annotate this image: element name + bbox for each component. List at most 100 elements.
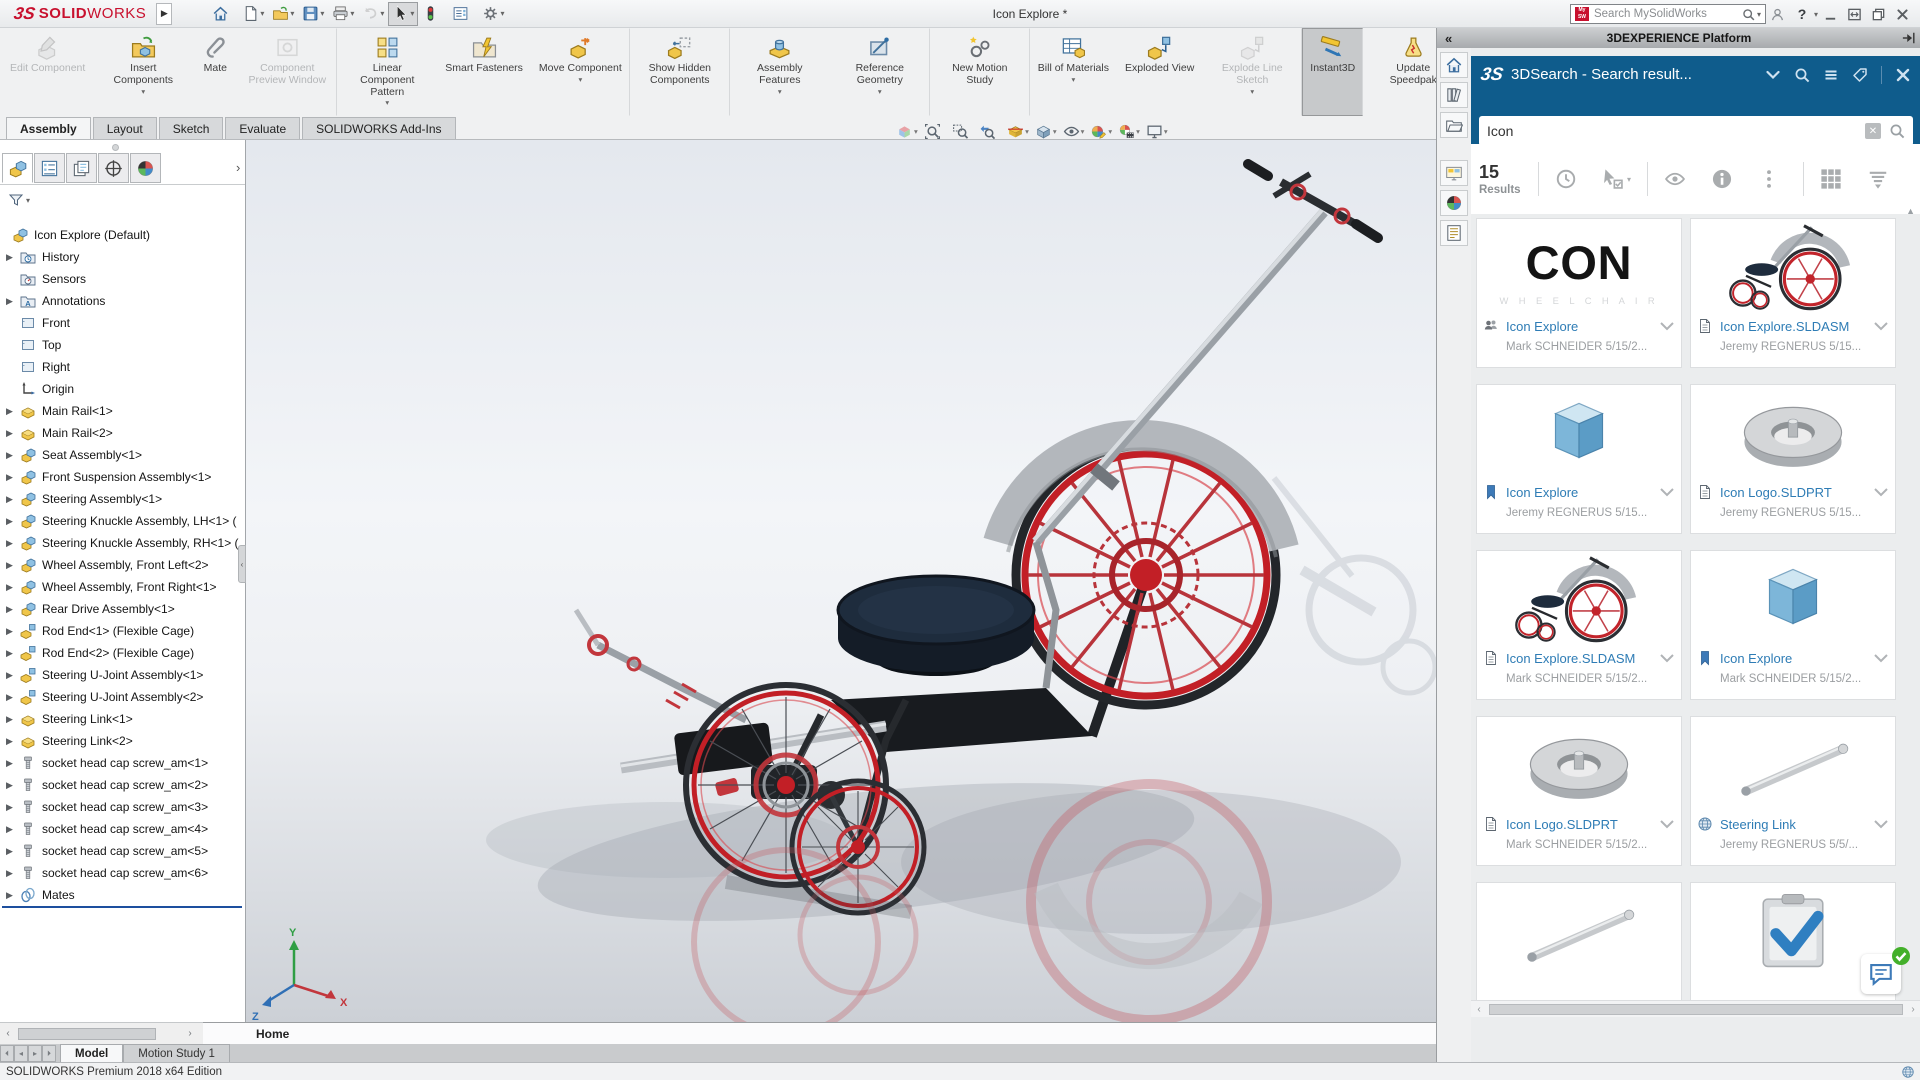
dropdown-caret-icon[interactable]: ▾ (260, 9, 264, 18)
header-tool-icon[interactable] (1765, 66, 1781, 84)
ribbon-button[interactable]: Instant3D▾ (1302, 28, 1363, 116)
expand-arrow-icon[interactable]: ▶ (6, 626, 20, 637)
help-button[interactable]: ? (1790, 3, 1814, 25)
expand-arrow-icon[interactable]: ▶ (6, 846, 20, 857)
tree-item[interactable]: ▶Front Suspension Assembly<1> (0, 466, 245, 488)
heads-up-button[interactable]: ▾ (1143, 120, 1171, 142)
tree-item[interactable]: ▶Origin (0, 378, 245, 400)
feature-panel-tab[interactable] (98, 153, 129, 183)
tree-item[interactable]: ▶socket head cap screw_am<2> (0, 774, 245, 796)
quick-tool-button[interactable]: ▾ (298, 2, 328, 26)
dropdown-caret-icon[interactable]: ▾ (1081, 127, 1085, 136)
expand-arrow-icon[interactable]: ▶ (6, 824, 20, 835)
tree-item[interactable]: ▶History (0, 246, 245, 268)
dropdown-caret-icon[interactable]: ▾ (1627, 175, 1631, 184)
result-title-link[interactable]: Icon Explore.SLDASM (1506, 651, 1659, 666)
motion-study-tab[interactable]: Motion Study 1 (123, 1044, 230, 1062)
mysolidworks-search-input[interactable]: MySW Search MySolidWorks ▾ (1570, 4, 1766, 24)
dropdown-caret-icon[interactable]: ▾ (410, 9, 414, 18)
result-title-link[interactable]: Icon Explore (1720, 651, 1873, 666)
result-title-link[interactable]: Icon Logo.SLDPRT (1506, 817, 1659, 832)
result-thumbnail[interactable] (1695, 387, 1891, 481)
collapse-panel-icon[interactable]: « (1445, 31, 1452, 46)
connection-status-icon[interactable] (1901, 1065, 1915, 1079)
ribbon-button[interactable]: Edit Component▾ (2, 28, 93, 116)
expand-arrow-icon[interactable]: ▶ (6, 252, 20, 263)
dropdown-caret-icon[interactable]: ▾ (141, 88, 145, 96)
tree-item[interactable]: ▶Sensors (0, 268, 245, 290)
task-pane-tab[interactable] (1440, 190, 1468, 216)
ribbon-button[interactable]: New Motion Study▾ (930, 28, 1030, 116)
dropdown-caret-icon[interactable]: ▾ (1072, 76, 1076, 84)
tree-item[interactable]: ▶Right (0, 356, 245, 378)
feature-panel-tab[interactable] (130, 153, 161, 183)
feature-panel-tab[interactable] (34, 153, 65, 183)
tree-item[interactable]: ▶Rod End<1> (Flexible Cage) (0, 620, 245, 642)
tree-item[interactable]: ▶Steering Link<1> (0, 708, 245, 730)
tree-item[interactable]: ▶Seat Assembly<1> (0, 444, 245, 466)
ribbon-button[interactable]: Move Component▾ (531, 28, 630, 116)
heads-up-button[interactable]: ▾ (1004, 120, 1032, 142)
tree-filter[interactable]: ▾ (8, 192, 30, 208)
header-tool-icon[interactable] (1823, 66, 1839, 84)
scrollbar-thumb[interactable] (18, 1028, 156, 1040)
expand-arrow-icon[interactable]: ▶ (6, 604, 20, 615)
result-expand-icon[interactable] (1873, 653, 1889, 663)
heads-up-button[interactable]: ▾ (949, 120, 977, 142)
panel-grip-icon[interactable] (112, 144, 119, 151)
result-expand-icon[interactable] (1659, 819, 1675, 829)
tree-item[interactable]: ▶socket head cap screw_am<1> (0, 752, 245, 774)
task-pane-tab[interactable] (1440, 82, 1468, 108)
quick-tool-button[interactable]: ▾ (478, 2, 508, 26)
expand-arrow-icon[interactable]: ▶ (6, 516, 20, 527)
dropdown-caret-icon[interactable]: ▾ (380, 9, 384, 18)
ribbon-button[interactable]: Reference Geometry▾ (830, 28, 930, 116)
results-tool-icon[interactable]: ▾ (1555, 168, 1584, 190)
result-thumbnail[interactable] (1481, 553, 1677, 647)
quick-tool-button[interactable]: ▾ (448, 2, 478, 26)
scroll-left-icon[interactable]: ‹ (0, 1028, 16, 1039)
expand-arrow-icon[interactable]: ▶ (6, 472, 20, 483)
panel-tabs-overflow-icon[interactable]: › (236, 160, 240, 175)
expand-arrow-icon[interactable]: ▶ (6, 868, 20, 879)
tree-item[interactable]: ▶Main Rail<2> (0, 422, 245, 444)
ribbon-button[interactable]: Assembly Features▾ (730, 28, 830, 116)
result-card[interactable]: Icon Explore Mark SCHNEIDER 5/15/2... (1476, 218, 1682, 368)
tree-item[interactable]: ▶Steering Knuckle Assembly, LH<1> ( (0, 510, 245, 532)
quick-tool-button[interactable]: ▾ (358, 2, 388, 26)
menu-expand-button[interactable]: ▶ (156, 3, 172, 25)
search-icon[interactable] (1889, 123, 1905, 139)
command-tab[interactable]: Assembly (6, 117, 91, 139)
expand-arrow-icon[interactable]: ▶ (6, 296, 20, 307)
result-thumbnail[interactable] (1695, 719, 1891, 813)
quick-tool-button[interactable]: ▾ (208, 2, 238, 26)
dropdown-caret-icon[interactable]: ▾ (1108, 127, 1112, 136)
header-tool-icon[interactable] (1895, 66, 1911, 84)
feature-panel-tab[interactable] (2, 153, 33, 183)
3dsearch-input[interactable]: Icon ✕ (1479, 116, 1913, 146)
dropdown-caret-icon[interactable]: ▾ (385, 99, 389, 107)
expand-arrow-icon[interactable]: ▶ (6, 802, 20, 813)
scroll-right-icon[interactable]: › (1905, 1004, 1920, 1015)
result-card[interactable]: Icon Explore Mark SCHNEIDER 5/15/2... (1690, 550, 1896, 700)
result-expand-icon[interactable] (1873, 321, 1889, 331)
3d-model-view[interactable]: Y X Z (246, 140, 1436, 1022)
dropdown-caret-icon[interactable]: ▾ (1053, 127, 1057, 136)
result-card[interactable] (1476, 882, 1682, 1000)
quick-tool-button[interactable]: ▾ (418, 2, 448, 26)
result-expand-icon[interactable] (1659, 653, 1675, 663)
tree-horizontal-scrollbar[interactable]: ‹ › (0, 1022, 203, 1044)
messaging-widget[interactable] (1861, 946, 1913, 998)
tree-item[interactable]: ▶Steering U-Joint Assembly<1> (0, 664, 245, 686)
feature-panel-tab[interactable] (66, 153, 97, 183)
clear-search-icon[interactable]: ✕ (1865, 123, 1881, 139)
result-title-link[interactable]: Icon Explore (1506, 319, 1659, 334)
expand-arrow-icon[interactable]: ▶ (6, 670, 20, 681)
dropdown-caret-icon[interactable]: ▾ (914, 127, 918, 136)
ribbon-button[interactable]: Smart Fasteners▾ (437, 28, 531, 116)
graphics-viewport[interactable]: Y X Z (246, 140, 1436, 1022)
dropdown-caret-icon[interactable]: ▾ (878, 88, 882, 96)
dropdown-caret-icon[interactable]: ▾ (320, 9, 324, 18)
heads-up-button[interactable]: ▾ (1032, 120, 1060, 142)
expand-arrow-icon[interactable]: ▶ (6, 494, 20, 505)
